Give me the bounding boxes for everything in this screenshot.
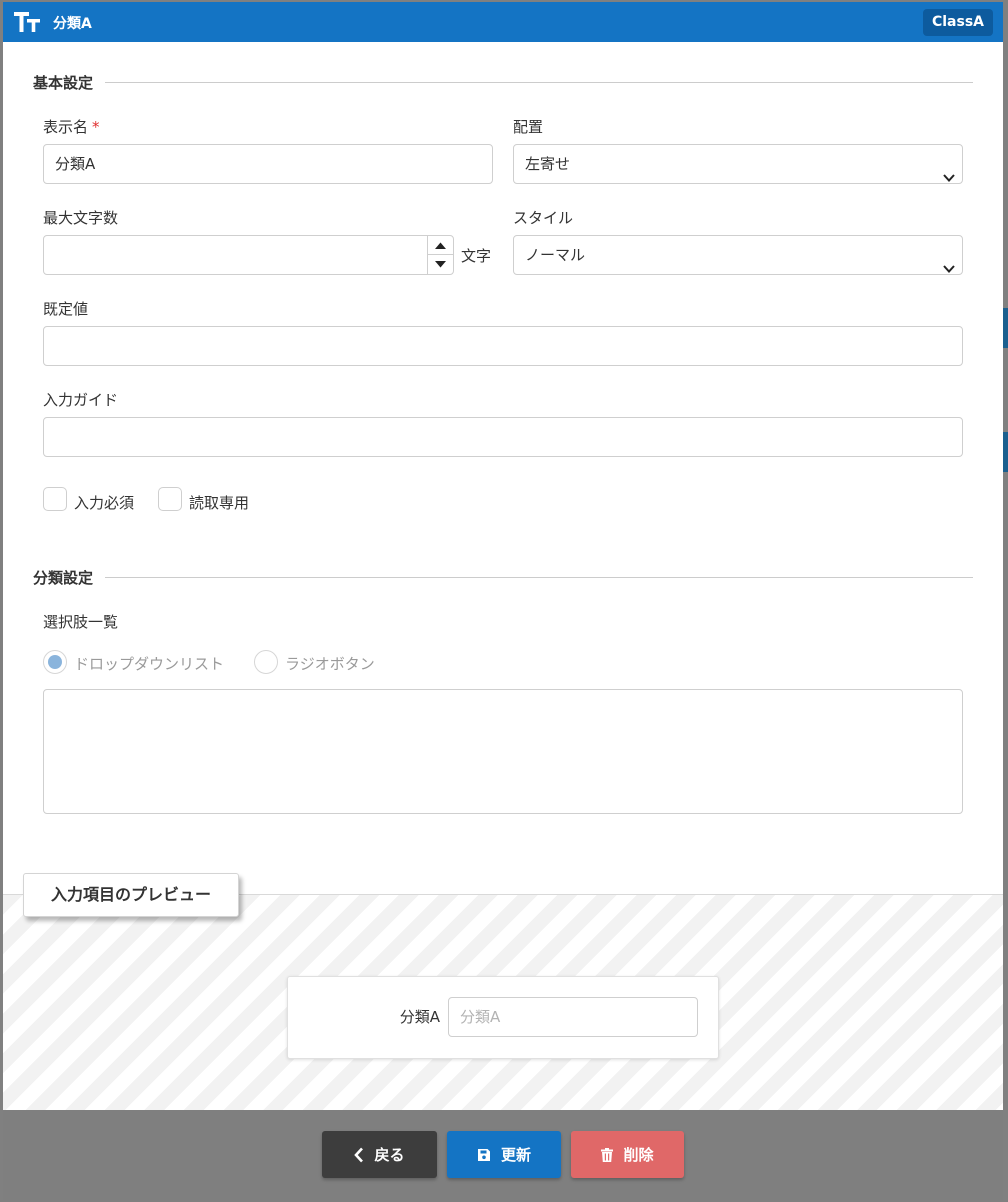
default-value-input[interactable]: [43, 326, 963, 366]
trash-icon: [601, 1147, 614, 1162]
increment-button[interactable]: [428, 236, 453, 255]
preview-card: 分類A 分類A: [287, 976, 719, 1059]
delete-button[interactable]: 削除: [571, 1131, 684, 1178]
readonly-checkbox-label: 読取専用: [189, 494, 250, 512]
options-textarea[interactable]: [43, 689, 963, 814]
readonly-checkbox[interactable]: [158, 487, 182, 511]
update-button-label: 更新: [500, 1146, 531, 1164]
dialog-titlebar: 分類A ClassA: [3, 2, 1003, 42]
section-title: 分類設定: [33, 568, 94, 587]
preview-tab: 入力項目のプレビュー: [23, 873, 239, 917]
style-selected-value: ノーマル: [525, 246, 586, 264]
alignment-selected-value: 左寄せ: [525, 155, 571, 173]
number-spinner: [427, 236, 453, 274]
alignment-select[interactable]: 左寄せ: [513, 144, 963, 184]
max-chars-label: 最大文字数: [43, 209, 119, 227]
dialog-footer: 戻る 更新 削除: [3, 1110, 1003, 1200]
section-divider: [105, 81, 973, 83]
style-select[interactable]: ノーマル: [513, 235, 963, 275]
alignment-label: 配置: [513, 118, 544, 136]
chevron-down-icon: [943, 250, 955, 273]
preview-field-label: 分類A: [399, 1008, 440, 1026]
chevron-down-icon: [943, 159, 955, 182]
save-icon: [477, 1148, 491, 1162]
section-title: 基本設定: [33, 73, 94, 92]
default-value-label: 既定値: [43, 300, 89, 318]
section-divider: [105, 576, 973, 578]
required-checkbox-label: 入力必須: [74, 494, 135, 512]
basic-settings-heading: 基本設定: [33, 71, 973, 93]
update-button[interactable]: 更新: [447, 1131, 561, 1178]
dialog-title: 分類A: [53, 16, 92, 32]
options-list-label: 選択肢一覧: [43, 613, 119, 631]
display-name-label: 表示名 *: [43, 116, 100, 137]
caret-up-icon: [435, 242, 446, 249]
input-guide-input[interactable]: [43, 417, 963, 457]
display-name-label-text: 表示名: [43, 118, 89, 136]
required-checkbox[interactable]: [43, 487, 67, 511]
max-chars-input[interactable]: [43, 235, 454, 275]
display-name-input[interactable]: 分類A: [43, 144, 493, 184]
text-type-icon: [14, 11, 42, 33]
category-settings-heading: 分類設定: [33, 566, 973, 588]
back-button[interactable]: 戻る: [322, 1131, 437, 1178]
preview-field-input[interactable]: 分類A: [448, 997, 698, 1037]
input-guide-label: 入力ガイド: [43, 391, 119, 409]
dropdown-radio-label: ドロップダウンリスト: [74, 655, 225, 673]
radio-button-radio[interactable]: [254, 650, 278, 674]
radio-button-radio-label: ラジオボタン: [285, 655, 375, 673]
chevron-left-icon: [354, 1147, 364, 1163]
dropdown-radio[interactable]: [43, 650, 67, 674]
field-settings-dialog: 分類A ClassA 基本設定 表示名 * 分類A 配置 左寄せ 最大文字数 文字…: [3, 2, 1003, 1200]
back-button-label: 戻る: [374, 1146, 405, 1164]
style-label: スタイル: [513, 209, 574, 227]
caret-down-icon: [435, 261, 446, 268]
decrement-button[interactable]: [428, 255, 453, 274]
class-badge: ClassA: [922, 9, 993, 36]
max-chars-unit: 文字: [461, 247, 492, 265]
required-mark: *: [92, 118, 100, 136]
delete-button-label: 削除: [623, 1146, 654, 1164]
